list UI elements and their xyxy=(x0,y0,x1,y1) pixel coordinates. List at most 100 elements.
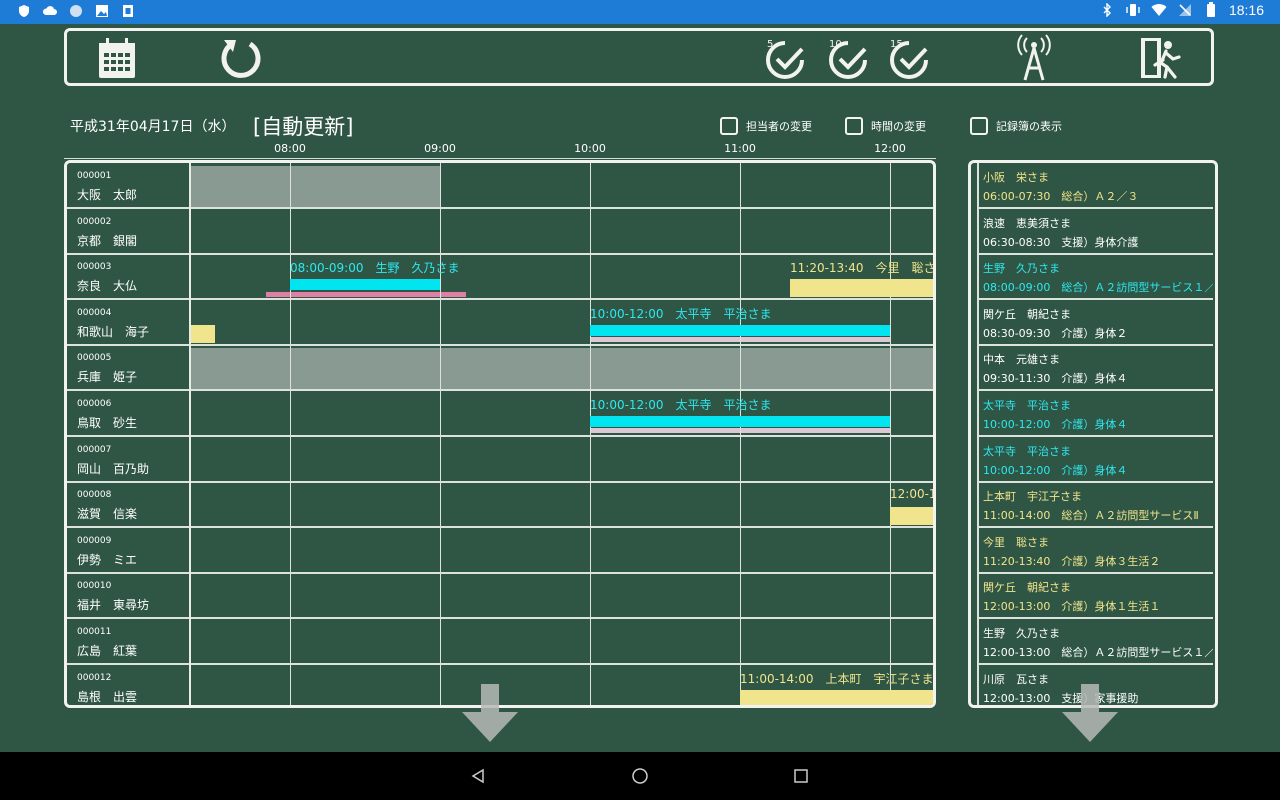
client-id: 000007 xyxy=(77,444,112,455)
scroll-down-button[interactable] xyxy=(452,684,528,744)
refresh-icon xyxy=(221,40,261,78)
exit-button[interactable] xyxy=(1135,35,1183,81)
schedule-row[interactable]: 000009 伊勢 ミエ xyxy=(67,528,933,574)
client-id: 000005 xyxy=(77,353,112,364)
schedule-row[interactable]: 000010 福井 東尋坊 xyxy=(67,573,933,620)
visit-label[interactable]: 11:20-13:40 今里 聡さま xyxy=(790,259,933,276)
home-button[interactable] xyxy=(630,766,650,786)
timer-15-button[interactable]: 15 xyxy=(888,35,934,81)
visit-bar[interactable] xyxy=(790,279,933,298)
client-name: 鳥取 砂生 xyxy=(77,416,138,430)
list-item-detail: 12:00-13:00 総合）Ａ２訪問型サービス１／２ xyxy=(983,646,1213,659)
sim-icon xyxy=(120,3,136,19)
client-name: 岡山 百乃助 xyxy=(77,461,150,476)
visit-list-item[interactable]: 中本 元雄さま 09:30-11:30 介護）身体４ xyxy=(971,345,1215,392)
auto-update-label: [自動更新] xyxy=(253,115,354,139)
list-item-detail: 12:00-13:00 介護）身体１生活１ xyxy=(983,600,1161,614)
client-name: 京都 銀閣 xyxy=(77,233,138,248)
schedule-row[interactable]: 000001 大阪 太郎 xyxy=(67,163,933,209)
arrow-down-icon xyxy=(1062,684,1118,742)
antenna-icon xyxy=(1017,34,1051,81)
visit-list-item[interactable]: 今里 聡さま 11:20-13:40 介護）身体３生活２ xyxy=(971,527,1215,574)
list-item-detail: 08:00-09:00 総合）Ａ２訪問型サービス１／２ xyxy=(983,281,1213,295)
visit-list-item[interactable]: 小阪 栄さま 06:00-07:30 総合）Ａ２／３ xyxy=(971,163,1215,209)
client-id: 000006 xyxy=(77,399,112,409)
visit-label[interactable]: 10:00-12:00 太平寺 平治さま xyxy=(590,305,933,322)
visit-list-item[interactable]: 浪速 恵美須さま 06:30-08:30 支援）身体介護 xyxy=(971,208,1215,255)
client-name: 和歌山 海子 xyxy=(77,324,150,339)
change-time-label: 時間の変更 xyxy=(871,120,926,133)
list-item-client: 中本 元雄さま xyxy=(983,353,1060,367)
timer-5-button[interactable]: 5 xyxy=(764,35,810,81)
schedule-row[interactable]: 000007 岡山 百乃助 xyxy=(67,437,933,483)
antenna-button[interactable] xyxy=(1011,34,1057,81)
refresh-button[interactable] xyxy=(217,35,265,81)
change-time-checkbox[interactable]: 時間の変更 xyxy=(845,117,926,135)
visit-bar[interactable] xyxy=(590,324,890,336)
navigation-bar xyxy=(0,752,1280,800)
toolbar: 5 10 15 xyxy=(64,28,1214,86)
checkbox-box[interactable] xyxy=(720,117,738,135)
hour-gridline xyxy=(440,163,441,705)
timer-10-label: 10 xyxy=(829,39,842,50)
recents-button[interactable] xyxy=(791,766,811,786)
list-item-detail: 08:30-09:30 介護）身体２ xyxy=(983,326,1128,340)
client-id: 000002 xyxy=(77,216,112,227)
list-item-client: 小阪 栄さま xyxy=(983,171,1049,184)
schedule-row[interactable]: 000005 兵庫 姫子 xyxy=(67,345,933,392)
list-divider xyxy=(977,482,979,528)
hour-gridline xyxy=(290,163,291,705)
visit-list-item[interactable]: 太平寺 平治さま 10:00-12:00 介護）身体４ xyxy=(971,391,1215,437)
visit-bar[interactable] xyxy=(890,507,933,526)
visit-list-item[interactable]: 生野 久乃さま 08:00-09:00 総合）Ａ２訪問型サービス１／２ xyxy=(971,254,1215,301)
visit-label[interactable]: 11:00-14:00 上本町 宇江子さま xyxy=(740,670,933,687)
list-item-client: 上本町 宇江子さま xyxy=(983,490,1082,504)
calendar-button[interactable] xyxy=(95,35,139,81)
schedule-grid: 000001 大阪 太郎 000002 京都 銀閣 000003 奈良 大仏 000004 和… xyxy=(64,160,936,708)
visit-list-item[interactable]: 関ケ丘 朝紀さま 08:30-09:30 介護）身体２ xyxy=(971,299,1215,346)
client-id: 000010 xyxy=(77,581,112,592)
change-staff-label: 担当者の変更 xyxy=(746,120,812,133)
checkbox-box[interactable] xyxy=(970,117,988,135)
time-label: 11:00 xyxy=(724,142,756,155)
list-item-detail: 10:00-12:00 介護）身体４ xyxy=(983,418,1128,431)
list-divider xyxy=(977,664,979,705)
checkbox-box[interactable] xyxy=(845,117,863,135)
visit-list-item[interactable]: 上本町 宇江子さま 11:00-14:00 総合）Ａ２訪問型サービスⅡ xyxy=(971,482,1215,529)
list-divider xyxy=(977,163,979,208)
list-divider xyxy=(977,436,979,482)
time-label: 08:00 xyxy=(274,142,306,155)
list-item-detail: 06:00-07:30 総合）Ａ２／３ xyxy=(983,190,1139,203)
client-id: 000004 xyxy=(77,307,112,318)
timer-10-button[interactable]: 10 xyxy=(827,35,873,81)
list-item-client: 生野 久乃さま xyxy=(983,627,1060,640)
visit-list-item[interactable]: 関ケ丘 朝紀さま 12:00-13:00 介護）身体１生活１ xyxy=(971,573,1215,620)
bluetooth-icon xyxy=(1099,2,1115,18)
list-divider xyxy=(977,254,979,300)
visit-list: 小阪 栄さま 06:00-07:30 総合）Ａ２／３ 浪速 恵美須さま 06:30-0… xyxy=(968,160,1218,708)
schedule-row[interactable]: 000008 滋賀 信楽 xyxy=(67,482,933,529)
timer-check-icon: 15 xyxy=(890,39,928,79)
arrow-down-icon xyxy=(462,684,518,742)
hour-gridline xyxy=(590,163,591,705)
client-id: 000008 xyxy=(77,490,112,501)
show-records-checkbox[interactable]: 記録簿の表示 xyxy=(970,117,1062,135)
list-item-client: 今里 聡さま xyxy=(983,535,1049,549)
status-bar: 18:16 xyxy=(0,0,1280,24)
visit-bar[interactable] xyxy=(290,279,440,291)
list-scroll-down-button[interactable] xyxy=(1052,684,1128,744)
cloud-icon xyxy=(42,3,58,19)
back-button[interactable] xyxy=(468,766,488,786)
visit-label[interactable]: 12:00-14:00 xyxy=(890,487,933,501)
battery-icon xyxy=(1203,2,1219,18)
client-name: 兵庫 姫子 xyxy=(77,370,138,385)
list-item-client: 太平寺 平治さま xyxy=(983,399,1071,412)
visit-list-item[interactable]: 生野 久乃さま 12:00-13:00 総合）Ａ２訪問型サービス１／２ xyxy=(971,619,1215,665)
schedule-row[interactable]: 000011 広島 紅葉 xyxy=(67,619,933,665)
visit-list-item[interactable]: 太平寺 平治さま 10:00-12:00 介護）身体４ xyxy=(971,436,1215,483)
schedule-row[interactable]: 000002 京都 銀閣 xyxy=(67,209,933,255)
change-staff-checkbox[interactable]: 担当者の変更 xyxy=(720,117,812,135)
visit-bar[interactable] xyxy=(740,689,933,705)
visit-bar[interactable] xyxy=(590,416,890,427)
visit-label[interactable]: 10:00-12:00 太平寺 平治さま xyxy=(590,396,933,413)
